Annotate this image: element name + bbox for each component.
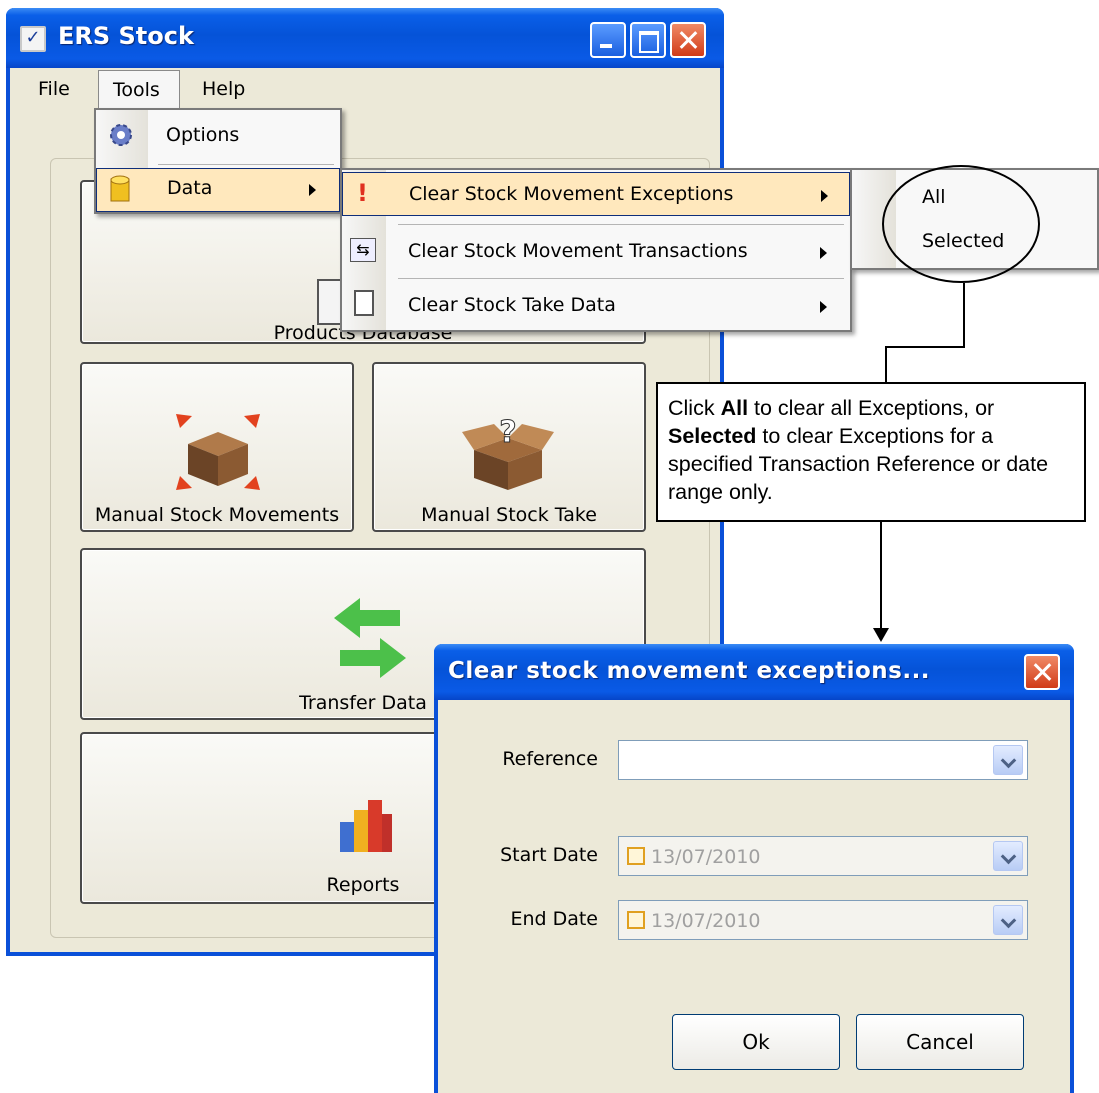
menu-tools[interactable]: Tools — [98, 70, 180, 110]
callout-bold-selected: Selected — [668, 424, 757, 448]
minimize-button[interactable] — [590, 22, 626, 58]
menu-item-clear-exceptions[interactable]: ! Clear Stock Movement Exceptions — [342, 172, 850, 216]
separator — [398, 224, 844, 225]
reference-combo[interactable] — [618, 740, 1028, 780]
menu-item-clear-stock-take[interactable]: Clear Stock Take Data — [342, 284, 850, 328]
submenu-arrow-icon — [820, 301, 827, 313]
menu-item-options[interactable]: Options — [96, 112, 340, 162]
manual-stock-movements-button[interactable]: Manual Stock Movements — [80, 362, 354, 532]
chevron-down-icon[interactable] — [993, 745, 1023, 775]
callout-line — [885, 346, 887, 384]
callout-line — [885, 346, 965, 348]
submenu-arrow-icon — [820, 247, 827, 259]
close-button[interactable] — [670, 22, 706, 58]
start-date-picker[interactable]: 13/07/2010 — [618, 836, 1028, 876]
menu-item-data[interactable]: Data — [96, 168, 340, 212]
window-title: ERS Stock — [58, 22, 194, 50]
cancel-button[interactable]: Cancel — [856, 1014, 1024, 1070]
reference-label: Reference — [502, 748, 598, 770]
start-date-label: Start Date — [500, 844, 598, 866]
manual-stock-take-label: Manual Stock Take — [421, 504, 597, 526]
dialog-title-bar[interactable]: Clear stock movement exceptions... — [434, 644, 1074, 700]
callout-text: to clear all Exceptions, or — [748, 396, 995, 420]
menu-bar: File Tools Help — [10, 68, 720, 110]
data-submenu: ! Clear Stock Movement Exceptions ⇆ Clea… — [340, 168, 852, 332]
start-date-value: 13/07/2010 — [651, 846, 761, 868]
clipboard-icon — [354, 290, 374, 316]
separator — [158, 164, 334, 165]
clear-transactions-label: Clear Stock Movement Transactions — [408, 240, 748, 262]
highlight-ellipse — [882, 165, 1040, 283]
gear-icon — [110, 124, 132, 146]
end-date-value: 13/07/2010 — [651, 910, 761, 932]
transfer-arrows-icon — [334, 598, 406, 678]
ok-button[interactable]: Ok — [672, 1014, 840, 1070]
callout-bold-all: All — [720, 396, 749, 420]
separator — [398, 278, 844, 279]
svg-text:?: ? — [499, 415, 516, 450]
end-date-picker[interactable]: 13/07/2010 — [618, 900, 1028, 940]
exclamation-icon: ! — [357, 179, 368, 207]
box-arrows-icon — [176, 414, 260, 490]
submenu-arrow-icon — [309, 184, 316, 196]
options-label: Options — [166, 124, 240, 146]
submenu-arrow-icon — [821, 190, 828, 202]
manual-stock-take-button[interactable]: ? Manual Stock Take — [372, 362, 646, 532]
transfer-icon: ⇆ — [350, 238, 376, 262]
bar-chart-icon — [340, 800, 392, 852]
chevron-down-icon[interactable] — [993, 905, 1023, 935]
manual-stock-movements-label: Manual Stock Movements — [94, 504, 340, 526]
question-box-icon: ? — [462, 415, 554, 490]
tools-menu: Options Data — [94, 108, 342, 214]
callout-line — [963, 283, 965, 347]
end-date-checkbox[interactable] — [627, 911, 645, 929]
callout-note: Click All to clear all Exceptions, or Se… — [656, 382, 1086, 522]
database-icon — [110, 175, 130, 202]
clipboard-check-icon: ✓ — [20, 26, 46, 52]
start-date-checkbox[interactable] — [627, 847, 645, 865]
clear-stock-take-label: Clear Stock Take Data — [408, 294, 616, 316]
end-date-label: End Date — [510, 908, 598, 930]
maximize-button[interactable] — [630, 22, 666, 58]
callout-line — [880, 522, 882, 630]
clear-exceptions-dialog: Clear stock movement exceptions... Refer… — [434, 644, 1074, 1093]
data-label: Data — [167, 177, 213, 199]
clear-exceptions-label: Clear Stock Movement Exceptions — [409, 183, 734, 205]
menu-item-clear-transactions[interactable]: ⇆ Clear Stock Movement Transactions — [342, 230, 850, 274]
title-bar[interactable]: ✓ ERS Stock — [6, 8, 724, 68]
arrowhead — [873, 628, 889, 642]
dialog-close-button[interactable] — [1024, 654, 1060, 690]
chevron-down-icon[interactable] — [993, 841, 1023, 871]
menu-file[interactable]: File — [38, 78, 70, 100]
callout-text: Click — [668, 396, 721, 420]
menu-help[interactable]: Help — [202, 78, 245, 100]
dialog-title: Clear stock movement exceptions... — [448, 658, 931, 684]
